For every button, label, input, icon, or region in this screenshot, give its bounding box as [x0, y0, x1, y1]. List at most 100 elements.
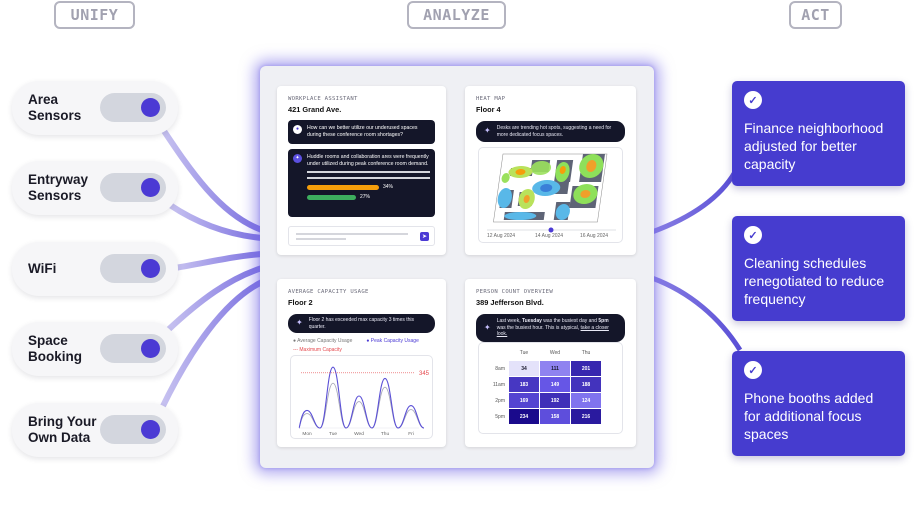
series-average-line [298, 382, 425, 429]
action-card-finance: ✓ Finance neighborhood adjusted for bett… [732, 81, 905, 186]
heatmap-cell[interactable]: 188 [571, 377, 601, 392]
x-tick-label: Wed [354, 431, 364, 437]
check-icon: ✓ [744, 226, 762, 244]
workplace-assistant-card[interactable]: WORKPLACE ASSISTANT 421 Grand Ave. ● How… [277, 86, 446, 255]
input-placeholder-line [296, 238, 346, 240]
connector-phone-booths [651, 275, 743, 352]
series-peak-line [298, 366, 425, 429]
action-text: Finance neighborhood adjusted for better… [744, 120, 884, 172]
source-entryway-sensors: Entryway Sensors [12, 161, 178, 215]
heatmap-cell[interactable]: 234 [509, 409, 539, 424]
card-title: 389 Jefferson Blvd. [476, 298, 544, 307]
timeline-handle [548, 227, 554, 233]
source-label: Entryway Sensors [28, 172, 89, 203]
heatmap-row-header: 8am [495, 366, 505, 372]
connector-finance [651, 170, 738, 235]
heatmap-cell[interactable]: 149 [540, 377, 570, 392]
toggle-knob [141, 98, 160, 117]
toggle-knob [141, 178, 160, 197]
sparkle-icon: ✦ [296, 318, 303, 328]
toggle-knob [141, 339, 160, 358]
heatmap-cell[interactable]: 192 [540, 393, 570, 408]
card-eyebrow: WORKPLACE ASSISTANT [288, 96, 358, 102]
card-title: Floor 4 [476, 105, 501, 114]
input-placeholder-line [296, 233, 408, 235]
toggle-knob [141, 259, 160, 278]
assistant-answer: ✦ Huddle rooms and collaboration ares we… [288, 149, 435, 217]
assistant-icon: ✦ [293, 154, 302, 163]
heatmap-column-header: Wed [549, 350, 561, 356]
byod-toggle[interactable] [100, 415, 166, 444]
action-text: Cleaning schedules renegotiated to reduc… [744, 255, 885, 307]
heatmap-column-header: Tue [519, 350, 529, 356]
bar-orange [307, 185, 379, 190]
source-label: Bring Your Own Data [28, 414, 97, 445]
text-placeholder-line [307, 177, 430, 179]
legend-average: ● Average Capacity Usage [293, 338, 353, 344]
heatmap-insight: ✦ Desks are trending hot spots, suggesti… [476, 121, 625, 142]
area-sensors-toggle[interactable] [100, 93, 166, 122]
source-label: WiFi [28, 261, 57, 276]
heatmap-cell[interactable]: 34 [509, 361, 539, 376]
heatmap-cell[interactable]: 169 [509, 393, 539, 408]
action-card-cleaning: ✓ Cleaning schedules renegotiated to red… [732, 216, 905, 321]
legend-max: --- Maximum Capacity [293, 347, 342, 353]
source-area-sensors: Area Sensors [12, 81, 178, 135]
user-icon: ● [293, 125, 302, 134]
floor-plan-heatmap [487, 153, 616, 233]
heatmap-cell[interactable]: 183 [509, 377, 539, 392]
card-eyebrow: PERSON COUNT OVERVIEW [476, 289, 554, 295]
capacity-chart-box: 345 Mon Tue Wed Thu Fri [290, 355, 433, 439]
source-space-booking: Space Booking [12, 322, 178, 376]
connector-area-sensors [159, 126, 264, 233]
heatmap-cell[interactable]: 111 [540, 361, 570, 376]
person-count-heatmap: Tue Wed Thu 8am 34 111 201 11am 183 149 188 2pm 169 1… [478, 342, 623, 434]
timeline-date[interactable]: 14 Aug 2024 [535, 233, 563, 239]
card-title: Floor 2 [288, 298, 313, 307]
heatmap-cell[interactable]: 201 [571, 361, 601, 376]
capacity-insight: ✦ Floor 2 has exceeded max capacity 3 ti… [288, 314, 435, 333]
x-tick-label: Fri [408, 431, 414, 437]
sparkle-icon: ✦ [484, 126, 491, 136]
timeline-date[interactable]: 16 Aug 2024 [580, 233, 608, 239]
action-card-phone-booths: ✓ Phone booths added for additional focu… [732, 351, 905, 456]
connector-wifi [174, 251, 263, 271]
user-question: ● How can we better utilize our underuse… [288, 120, 435, 144]
insight-text: Last week, Tuesday was the busiest day a… [496, 318, 609, 337]
chat-input[interactable]: ➤ [288, 226, 435, 246]
heatmap-row-header: 5pm [495, 414, 505, 420]
capacity-usage-card[interactable]: AVERAGE CAPACITY USAGE Floor 2 ✦ Floor 2… [277, 279, 446, 447]
floor-plan-box: 12 Aug 2024 14 Aug 2024 16 Aug 2024 [478, 147, 623, 243]
heatmap-row-header: 11am [492, 382, 505, 388]
check-icon: ✓ [744, 91, 762, 109]
send-icon: ➤ [421, 234, 428, 240]
person-count-insight: ✦ Last week, Tuesday was the busiest day… [476, 314, 625, 342]
max-capacity-label: 345 [419, 371, 430, 377]
timeline-date[interactable]: 12 Aug 2024 [487, 233, 515, 239]
bar-green-label: 27% [360, 194, 371, 200]
legend-peak: ● Peak Capacity Usage [366, 338, 419, 344]
bar-orange-label: 34% [383, 184, 394, 190]
source-bring-your-own-data: Bring Your Own Data [12, 403, 178, 457]
heat-map-card[interactable]: HEAT MAP Floor 4 ✦ Desks are trending ho… [465, 86, 636, 255]
space-booking-toggle[interactable] [100, 334, 166, 363]
heatmap-cell[interactable]: 158 [540, 409, 570, 424]
heatmap-cell[interactable]: 216 [571, 409, 601, 424]
send-button[interactable]: ➤ [420, 232, 429, 241]
action-text: Phone booths added for additional focus … [744, 390, 874, 442]
toggle-knob [141, 420, 160, 439]
person-count-card[interactable]: PERSON COUNT OVERVIEW 389 Jefferson Blvd… [465, 279, 636, 447]
analyze-panel: WORKPLACE ASSISTANT 421 Grand Ave. ● How… [260, 66, 654, 468]
text-placeholder-line [307, 171, 430, 173]
insight-text: Floor 2 has exceeded max capacity 3 time… [308, 317, 415, 330]
entryway-sensors-toggle[interactable] [100, 173, 166, 202]
source-wifi: WiFi [12, 242, 178, 296]
card-title: 421 Grand Ave. [288, 105, 342, 114]
source-label: Space Booking [28, 333, 82, 364]
heatmap-cell[interactable]: 124 [571, 393, 601, 408]
check-icon: ✓ [744, 361, 762, 379]
x-tick-label: Tue [329, 431, 337, 437]
wifi-toggle[interactable] [100, 254, 166, 283]
card-eyebrow: HEAT MAP [476, 96, 506, 102]
sparkle-icon: ✦ [484, 322, 491, 332]
